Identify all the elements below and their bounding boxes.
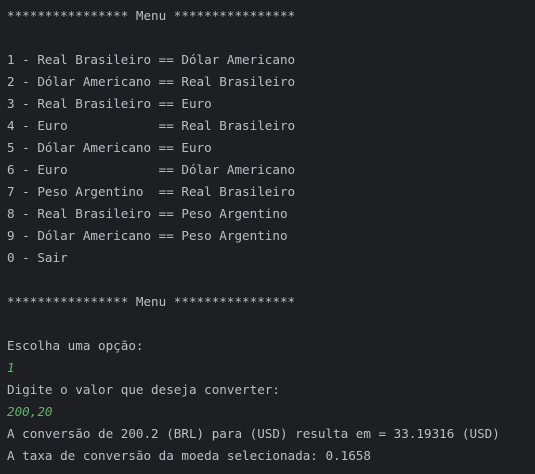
menu-footer: **************** Menu **************** bbox=[7, 294, 296, 309]
console-output[interactable]: **************** Menu **************** 1… bbox=[0, 0, 535, 474]
menu-option-8: 8 - Real Brasileiro == Peso Argentino bbox=[7, 206, 288, 221]
menu-option-4: 4 - Euro == Real Brasileiro bbox=[7, 118, 296, 133]
menu-option-7: 7 - Peso Argentino == Real Brasileiro bbox=[7, 184, 296, 199]
menu-option-3: 3 - Real Brasileiro == Euro bbox=[7, 96, 212, 111]
menu-option-2: 2 - Dólar Americano == Real Brasileiro bbox=[7, 74, 296, 89]
prompt-option: Escolha uma opção: bbox=[7, 338, 144, 353]
menu-option-1: 1 - Real Brasileiro == Dólar Americano bbox=[7, 52, 296, 67]
menu-option-6: 6 - Euro == Dólar Americano bbox=[7, 162, 296, 177]
menu-option-9: 9 - Dólar Americano == Peso Argentino bbox=[7, 228, 288, 243]
menu-header: **************** Menu **************** bbox=[7, 8, 296, 23]
user-input-value: 200,20 bbox=[7, 404, 53, 419]
prompt-value: Digite o valor que deseja converter: bbox=[7, 382, 280, 397]
menu-option-0: 0 - Sair bbox=[7, 250, 68, 265]
conversion-rate: A taxa de conversão da moeda selecionada… bbox=[7, 448, 371, 463]
menu-option-5: 5 - Dólar Americano == Euro bbox=[7, 140, 212, 155]
user-input-option: 1 bbox=[7, 360, 15, 375]
conversion-result: A conversão de 200.2 (BRL) para (USD) re… bbox=[7, 426, 500, 441]
